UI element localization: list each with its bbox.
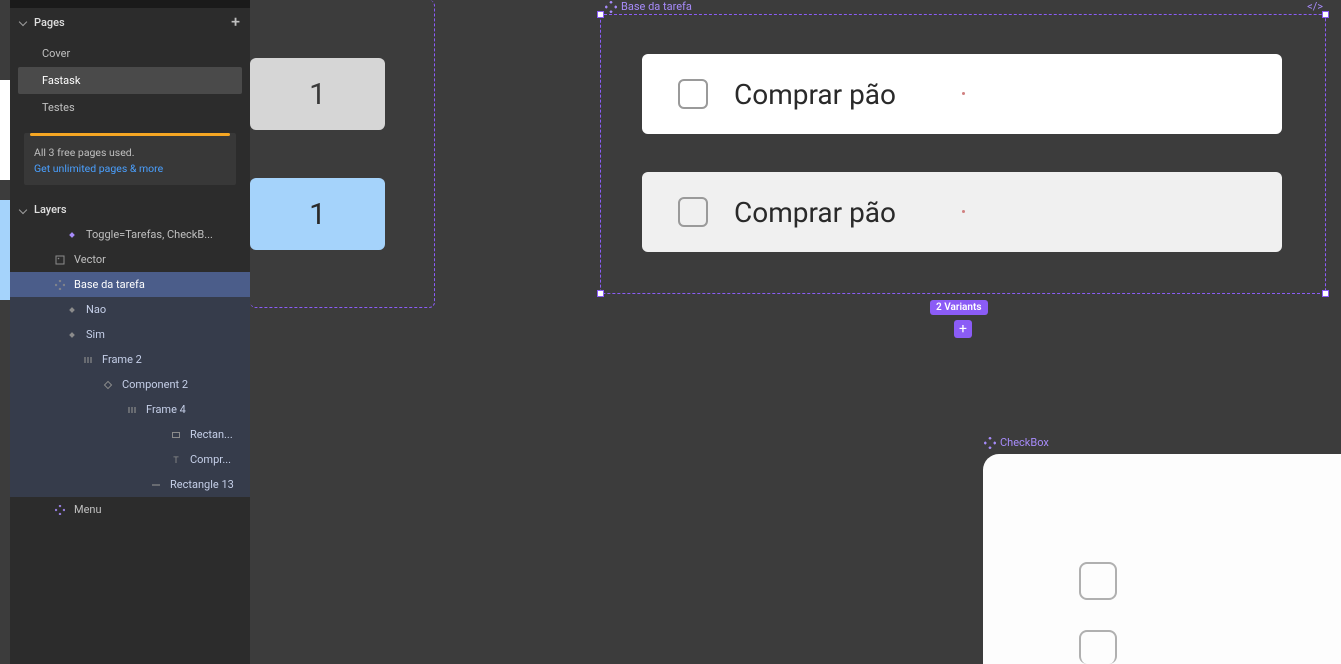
diamond-fill-icon bbox=[66, 229, 78, 241]
code-icon[interactable]: </> bbox=[1307, 0, 1323, 13]
layer-row[interactable]: Base da tarefa bbox=[10, 272, 250, 297]
diamond-outline-icon bbox=[102, 379, 114, 391]
variant-card-sim[interactable]: Comprar pão bbox=[642, 172, 1282, 252]
layer-row[interactable]: T Compr... bbox=[10, 447, 250, 472]
add-page-button[interactable]: + bbox=[231, 14, 240, 30]
layer-row[interactable]: Nao bbox=[10, 297, 250, 322]
checkbox-component-frame[interactable] bbox=[983, 454, 1341, 664]
layer-row[interactable]: Rectan... bbox=[10, 422, 250, 447]
component-set-icon bbox=[54, 279, 66, 291]
layer-label: Frame 2 bbox=[102, 353, 142, 366]
page-item-testes[interactable]: Testes bbox=[18, 94, 242, 121]
auto-h-icon bbox=[82, 354, 94, 366]
resize-handle-tr[interactable] bbox=[1322, 11, 1329, 18]
layer-row[interactable]: Frame 4 bbox=[10, 397, 250, 422]
checkbox-variant-2 bbox=[1079, 630, 1117, 664]
decoration-dot bbox=[962, 92, 965, 95]
resize-handle-tl[interactable] bbox=[597, 11, 604, 18]
left-panel: Pages + Cover Fastask Testes All 3 free … bbox=[10, 0, 250, 664]
layer-label: Compr... bbox=[190, 453, 231, 466]
task-text: Comprar pão bbox=[734, 196, 896, 229]
pages-title: Pages bbox=[34, 16, 65, 29]
checkbox-component-title[interactable]: CheckBox bbox=[984, 436, 1049, 449]
variant-card-1-left[interactable]: 1 bbox=[250, 58, 385, 130]
checkbox-variant-1 bbox=[1079, 562, 1117, 600]
auto-h-icon bbox=[126, 404, 138, 416]
layer-row[interactable]: Rectangle 13 bbox=[10, 472, 250, 497]
layer-label: Frame 4 bbox=[146, 403, 186, 416]
layer-label: Sim bbox=[86, 328, 105, 341]
upgrade-notice: All 3 free pages used. Get unlimited pag… bbox=[24, 133, 236, 185]
resize-handle-bl[interactable] bbox=[597, 290, 604, 297]
page-item-fastask[interactable]: Fastask bbox=[18, 67, 242, 94]
variants-count-badge: 2 Variants bbox=[930, 300, 988, 315]
image-icon bbox=[54, 254, 66, 266]
pages-list: Cover Fastask Testes bbox=[10, 36, 250, 125]
rect-icon bbox=[170, 429, 182, 441]
resize-handle-br[interactable] bbox=[1322, 290, 1329, 297]
panel-top-border bbox=[10, 0, 250, 8]
add-variant-button[interactable]: + bbox=[954, 320, 972, 338]
card-number: 1 bbox=[309, 197, 326, 232]
component-set-icon bbox=[605, 1, 617, 13]
layer-label: Component 2 bbox=[122, 378, 188, 391]
card-number: 1 bbox=[309, 77, 326, 112]
pages-section-header[interactable]: Pages + bbox=[10, 8, 250, 36]
diamond-fill-icon bbox=[66, 304, 78, 316]
layers-section-header[interactable]: Layers bbox=[10, 197, 250, 222]
chevron-down-icon bbox=[19, 18, 27, 26]
upgrade-link[interactable]: Get unlimited pages & more bbox=[24, 162, 236, 175]
component-set-icon bbox=[54, 504, 66, 516]
layers-list: Toggle=Tarefas, CheckB... Vector Base da t… bbox=[10, 222, 250, 664]
layer-row[interactable]: Vector bbox=[10, 247, 250, 272]
page-item-cover[interactable]: Cover bbox=[18, 40, 242, 67]
layer-row[interactable]: Frame 2 bbox=[10, 347, 250, 372]
upgrade-text: All 3 free pages used. bbox=[24, 146, 236, 159]
layer-row[interactable]: Menu bbox=[10, 497, 250, 522]
layer-label: Rectan... bbox=[190, 428, 233, 441]
diamond-fill-icon bbox=[66, 329, 78, 341]
line-icon bbox=[150, 479, 162, 491]
layer-label: Rectangle 13 bbox=[170, 478, 234, 491]
variant-card-nao[interactable]: Comprar pão bbox=[642, 54, 1282, 134]
text-icon: T bbox=[170, 454, 182, 466]
checkbox-empty bbox=[678, 197, 708, 227]
dashed-frame-partial[interactable] bbox=[250, 0, 435, 308]
upgrade-progress-bar bbox=[30, 133, 230, 136]
component-set-icon bbox=[984, 437, 996, 449]
layer-label: Base da tarefa bbox=[74, 278, 145, 291]
chevron-down-icon bbox=[19, 205, 27, 213]
decoration-dot bbox=[962, 210, 965, 213]
layer-row[interactable]: Toggle=Tarefas, CheckB... bbox=[10, 222, 250, 247]
checkbox-empty bbox=[678, 79, 708, 109]
layer-row[interactable]: Sim bbox=[10, 322, 250, 347]
component-set-title[interactable]: Base da tarefa bbox=[605, 0, 692, 13]
layer-label: Nao bbox=[86, 303, 106, 316]
svg-text:T: T bbox=[173, 455, 179, 465]
variant-card-2-left[interactable]: 1 bbox=[250, 178, 385, 250]
layer-row[interactable]: Component 2 bbox=[10, 372, 250, 397]
task-text: Comprar pão bbox=[734, 78, 896, 111]
layers-title: Layers bbox=[34, 203, 67, 216]
layer-label: Vector bbox=[74, 253, 106, 266]
layer-label: Menu bbox=[74, 503, 102, 516]
layer-label: Toggle=Tarefas, CheckB... bbox=[86, 228, 213, 241]
